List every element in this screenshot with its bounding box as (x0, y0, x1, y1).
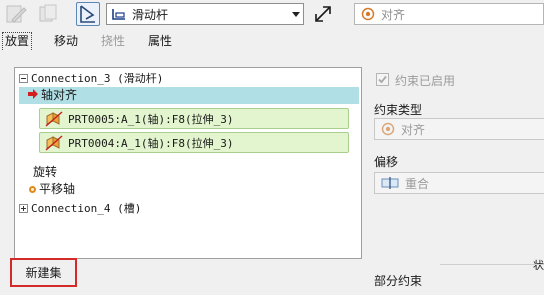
edit-assembly-icon[interactable] (4, 2, 28, 26)
tree-item-axis-align[interactable]: 轴对齐 (19, 87, 359, 104)
rotation-label: 旋转 (33, 165, 58, 179)
tab-placement[interactable]: 放置 (2, 32, 33, 50)
connection-type-value: 滑动杆 (132, 7, 169, 22)
chevron-down-icon[interactable] (289, 4, 303, 24)
section-divider (440, 264, 544, 265)
constraint-enabled-checkbox[interactable] (376, 73, 389, 86)
reference-1-label: PRT0005:A_1(轴):F8(拉伸_3) (68, 112, 234, 126)
constraint-properties-panel: 约束已启用 约束类型 对齐 偏移 重合 状 部分约束 (368, 51, 544, 295)
constraint-type-label: 约束类型 (374, 103, 423, 117)
hide-component-icon[interactable] (36, 2, 60, 26)
offset-field-value: 重合 (405, 176, 430, 191)
tab-flexibility: 挠性 (101, 34, 126, 48)
tree-item-rotation[interactable]: 旋转 (33, 164, 57, 180)
constraint-type-field-value: 对齐 (401, 122, 426, 137)
expand-icon[interactable] (19, 204, 28, 213)
toolbar: 滑动杆 对齐 (0, 0, 544, 31)
connection-4-label: Connection_4 (槽) (31, 202, 142, 215)
placement-panel: Connection_3 (滑动杆) 轴对齐 PRT0005:A_1(轴):F8… (0, 51, 368, 295)
tree-item-connection-4[interactable]: Connection_4 (槽) (19, 200, 141, 216)
constraint-type-field: 对齐 (374, 118, 544, 140)
part-axis-icon (44, 110, 64, 128)
status-label: 状 (533, 259, 544, 272)
part-axis-icon (44, 134, 64, 152)
constraint-type-dropdown[interactable]: 对齐 (354, 3, 544, 25)
arrow-right-icon (27, 88, 41, 104)
offset-field: 重合 (374, 172, 544, 194)
connection-type-dropdown[interactable]: 滑动杆 (106, 3, 304, 25)
tree-item-translation-axis[interactable]: 平移轴 (29, 181, 75, 197)
constraint-enabled-label: 约束已启用 (395, 74, 456, 88)
align-constraint-icon (359, 7, 377, 21)
constraint-type-value: 对齐 (381, 7, 406, 22)
offset-label: 偏移 (374, 155, 399, 169)
reference-item-2[interactable]: PRT0004:A_1(轴):F8(拉伸_3) (39, 132, 349, 153)
flip-direction-icon[interactable] (311, 2, 335, 26)
coincident-icon (381, 176, 401, 190)
translation-axis-icon (29, 186, 36, 193)
connection-3-label: Connection_3 (滑动杆) (31, 72, 164, 85)
axis-align-label: 轴对齐 (41, 88, 78, 102)
tab-move[interactable]: 移动 (54, 32, 78, 50)
tree-item-connection-3[interactable]: Connection_3 (滑动杆) (19, 70, 163, 86)
reference-item-1[interactable]: PRT0005:A_1(轴):F8(拉伸_3) (39, 108, 349, 129)
tab-properties[interactable]: 属性 (148, 32, 172, 50)
translation-axis-label: 平移轴 (39, 182, 76, 196)
collapse-icon[interactable] (19, 74, 28, 83)
reference-2-label: PRT0004:A_1(轴):F8(拉伸_3) (68, 136, 234, 150)
new-set-button[interactable]: 新建集 (10, 258, 77, 287)
tab-bar: 放置 移动 挠性 属性 (0, 31, 544, 51)
new-set-label: 新建集 (25, 266, 62, 280)
align-constraint-icon (381, 122, 397, 136)
user-defined-connection-icon[interactable] (76, 2, 100, 26)
slider-joint-icon (110, 7, 128, 21)
connection-tree[interactable]: Connection_3 (滑动杆) 轴对齐 PRT0005:A_1(轴):F8… (14, 67, 362, 259)
partial-constraint-label: 部分约束 (374, 274, 423, 288)
